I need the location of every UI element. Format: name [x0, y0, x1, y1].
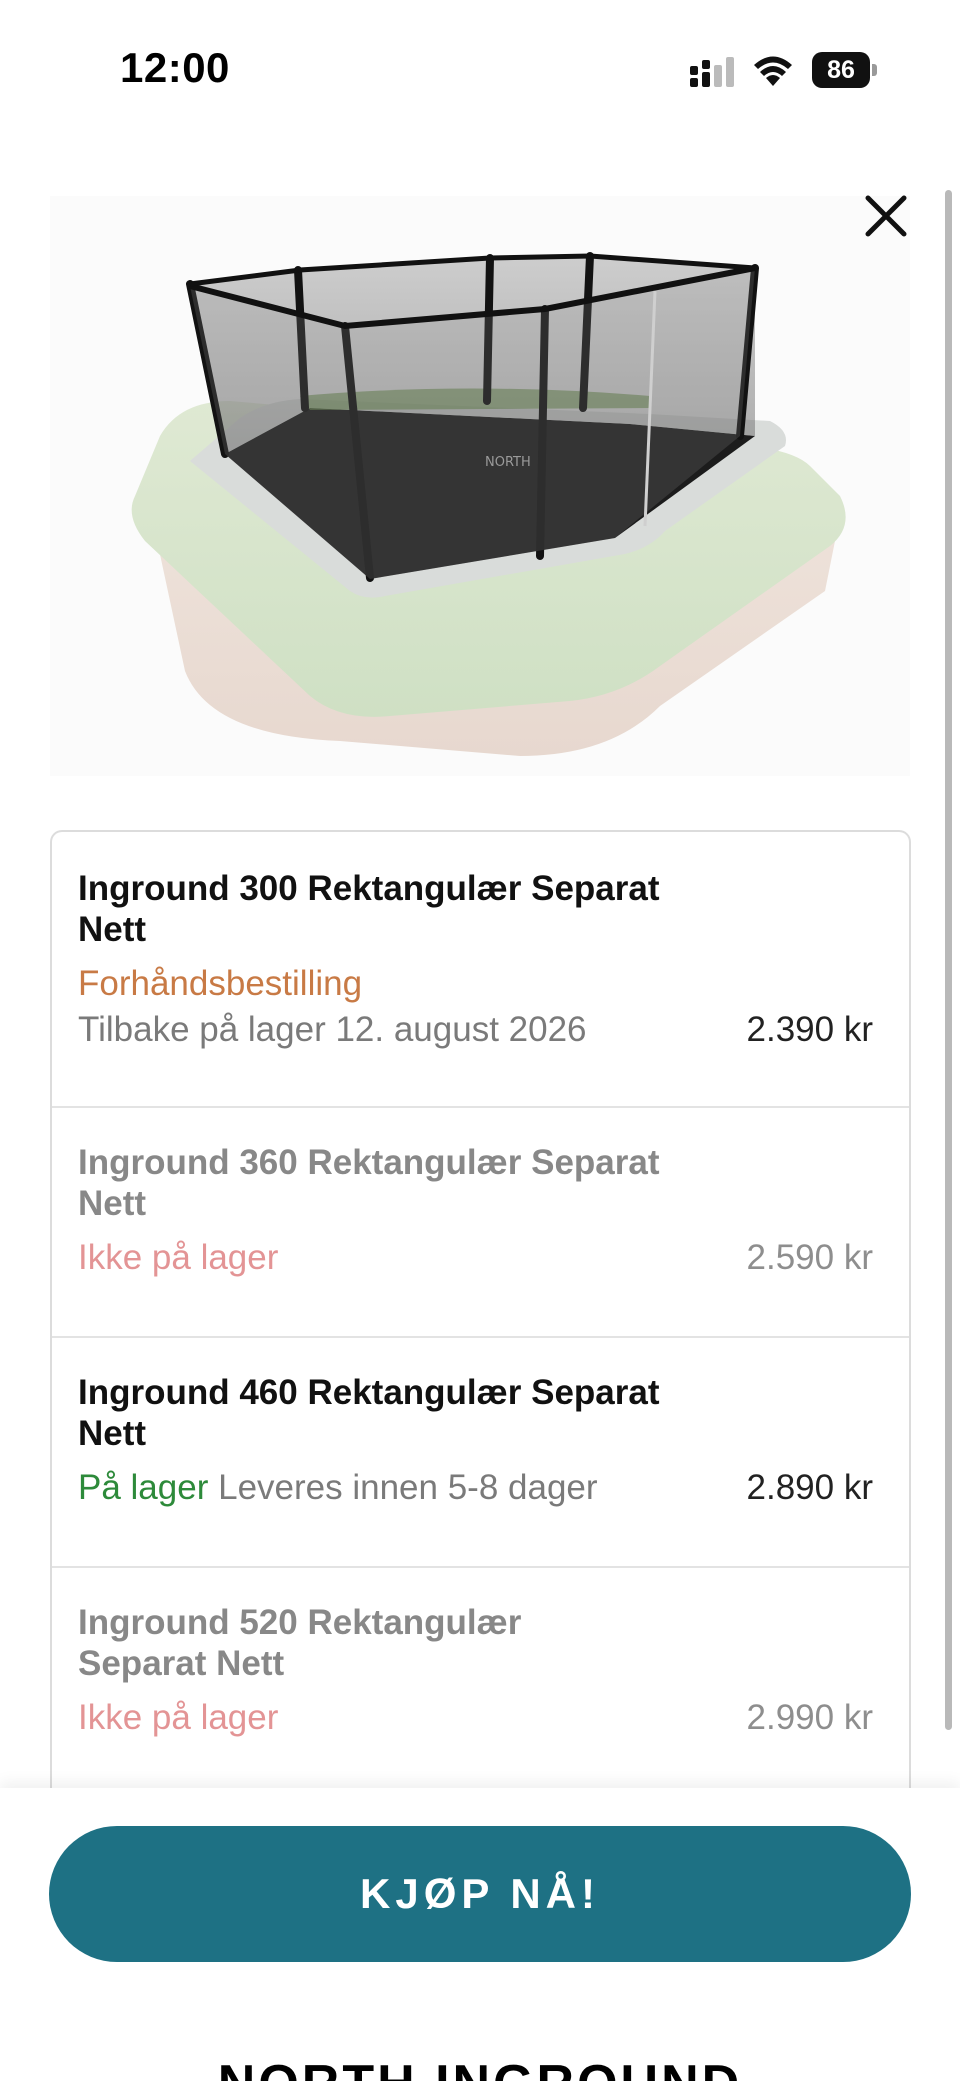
variant-name: Inground 360 Rektangulær Separat Nett — [78, 1143, 660, 1223]
variant-option-520[interactable]: Inground 520 Rektangulær Separat Nett Ik… — [52, 1568, 909, 1790]
variant-option-360[interactable]: Inground 360 Rektangulær Separat Nett Ik… — [52, 1108, 909, 1338]
battery-icon: 86 — [812, 52, 877, 88]
variant-price: 2.990 kr — [746, 1698, 873, 1737]
variant-delivery-time: Leveres innen 5-8 dager — [218, 1468, 598, 1507]
variant-option-460[interactable]: Inground 460 Rektangulær Separat Nett På… — [52, 1338, 909, 1568]
close-button[interactable] — [858, 188, 914, 244]
section-heading: NORTH INGROUND — [0, 2044, 960, 2081]
variant-list: Inground 300 Rektangulær Separat Nett Fo… — [50, 830, 911, 1790]
variant-option-300[interactable]: Inground 300 Rektangulær Separat Nett Fo… — [52, 832, 909, 1108]
variant-name: Inground 520 Rektangulær Separat Nett — [78, 1603, 522, 1683]
mat-logo-text: NORTH — [485, 455, 531, 470]
variant-status-line: På lager Leveres innen 5-8 dager — [78, 1468, 598, 1508]
variant-restock-date: Tilbake på lager 12. august 2026 — [78, 1010, 587, 1049]
variant-status-in-stock: På lager — [78, 1468, 209, 1507]
variant-status-preorder: Forhåndsbestilling — [78, 964, 363, 1003]
close-icon — [865, 195, 907, 237]
wifi-icon — [754, 56, 792, 86]
cellular-signal-icon — [690, 57, 734, 87]
buy-now-button[interactable]: KJØP NÅ! — [49, 1826, 911, 1962]
product-image: NORTH — [50, 196, 910, 776]
scrollbar[interactable] — [945, 190, 952, 1730]
battery-level: 86 — [812, 52, 870, 88]
variant-status-out-of-stock: Ikke på lager — [78, 1238, 279, 1277]
status-bar: 12:00 86 — [0, 0, 960, 140]
variant-price: 2.390 kr — [746, 1010, 873, 1049]
status-time: 12:00 — [120, 44, 230, 91]
bottom-bar: KJØP NÅ! NORTH INGROUND — [0, 1788, 960, 2081]
variant-price: 2.890 kr — [746, 1468, 873, 1507]
variant-price: 2.590 kr — [746, 1238, 873, 1277]
variant-status-out-of-stock: Ikke på lager — [78, 1698, 279, 1737]
variant-name: Inground 460 Rektangulær Separat Nett — [78, 1373, 660, 1453]
battery-cap — [872, 64, 877, 76]
variant-name: Inground 300 Rektangulær Separat Nett — [78, 869, 660, 949]
trampoline-illustration: NORTH — [131, 252, 846, 756]
